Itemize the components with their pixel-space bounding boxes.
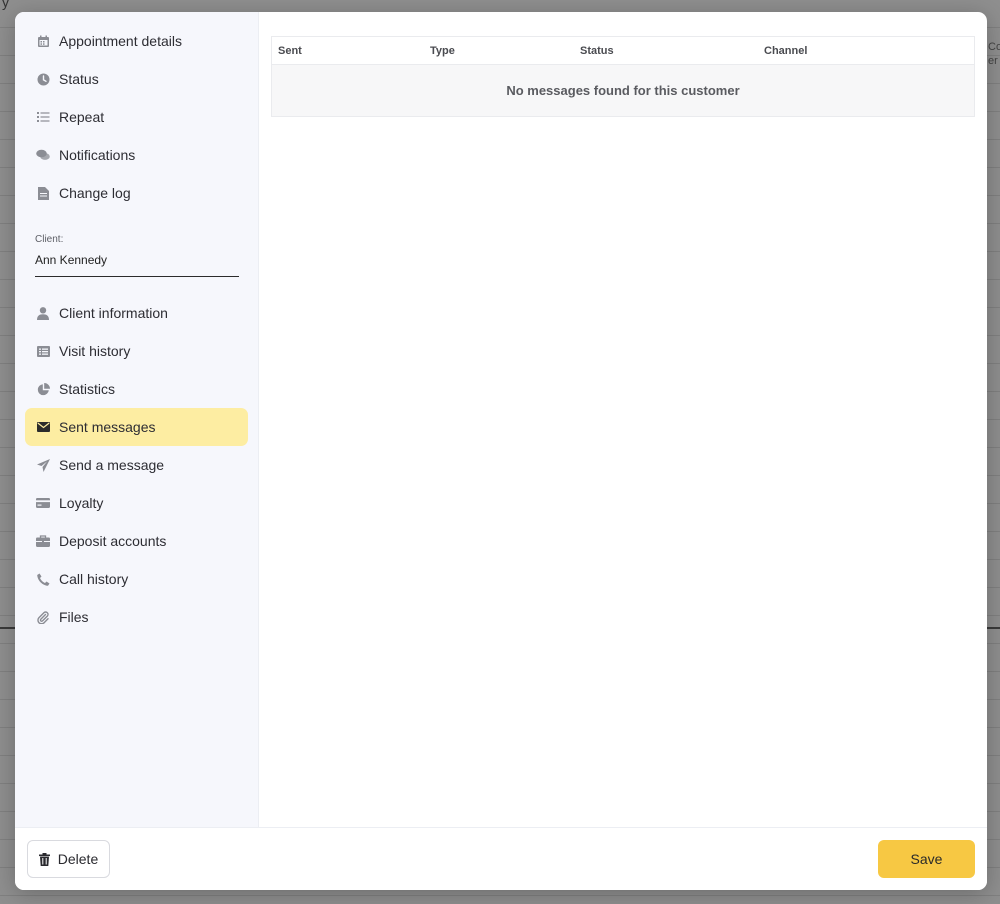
sidebar-item-label: Sent messages (59, 419, 156, 435)
sidebar-item-label: Files (59, 609, 89, 625)
clock-icon (36, 72, 50, 86)
background-text: y (2, 0, 9, 10)
calendar-icon (36, 34, 50, 48)
list-icon (36, 110, 50, 124)
client-name[interactable]: Ann Kennedy (35, 253, 239, 277)
chat-icon (36, 148, 50, 162)
paperclip-icon (36, 610, 50, 624)
delete-button-label: Delete (57, 851, 99, 867)
sidebar-item-label: Appointment details (59, 33, 182, 49)
sidebar-item-label: Call history (59, 571, 129, 587)
save-button[interactable]: Save (878, 840, 975, 878)
sidebar-item-statistics[interactable]: Statistics (25, 370, 248, 408)
sidebar-item-loyalty[interactable]: Loyalty (25, 484, 248, 522)
sent-messages-panel: Sent Type Status Channel No messages fou… (259, 12, 987, 827)
sidebar-item-label: Loyalty (59, 495, 104, 511)
table-header: Sent Type Status Channel (272, 37, 974, 65)
sidebar-item-label: Status (59, 71, 99, 87)
user-icon (36, 306, 50, 320)
table-list-icon (36, 344, 50, 358)
client-label: Client: (35, 234, 64, 245)
sidebar-item-change-log[interactable]: Change log (25, 174, 248, 212)
sidebar-item-client-information[interactable]: Client information (25, 294, 248, 332)
briefcase-icon (36, 534, 50, 548)
sidebar-item-visit-history[interactable]: Visit history (25, 332, 248, 370)
column-header-sent[interactable]: Sent (272, 45, 424, 57)
column-header-channel[interactable]: Channel (758, 45, 807, 57)
sidebar-item-label: Statistics (59, 381, 116, 397)
modal-body: Appointment details Status Repeat Notifi… (15, 12, 987, 827)
sidebar-item-repeat[interactable]: Repeat (25, 98, 248, 136)
sidebar-item-label: Visit history (59, 343, 131, 359)
credit-card-icon (36, 496, 50, 510)
delete-button[interactable]: Delete (27, 840, 110, 878)
sidebar-item-label: Notifications (59, 147, 136, 163)
column-header-type[interactable]: Type (424, 45, 574, 57)
sidebar-item-label: Client information (59, 305, 168, 321)
sidebar-item-label: Change log (59, 185, 131, 201)
column-header-status[interactable]: Status (574, 45, 758, 57)
sidebar-item-notifications[interactable]: Notifications (25, 136, 248, 174)
sidebar-item-label: Send a message (59, 457, 165, 473)
phone-icon (36, 572, 50, 586)
sidebar-item-appointment-details[interactable]: Appointment details (25, 22, 248, 60)
document-icon (36, 186, 50, 200)
sidebar-item-deposit-accounts[interactable]: Deposit accounts (25, 522, 248, 560)
sidebar-item-sent-messages[interactable]: Sent messages (25, 408, 248, 446)
modal-footer: Delete Save (15, 827, 987, 890)
messages-table: Sent Type Status Channel No messages fou… (271, 36, 975, 117)
paper-plane-icon (36, 458, 50, 472)
trash-icon (38, 852, 50, 866)
envelope-icon (36, 420, 50, 434)
sidebar-item-files[interactable]: Files (25, 598, 248, 636)
sidebar-item-label: Repeat (59, 109, 105, 125)
background-column-text: Co er (988, 41, 1000, 67)
sidebar: Appointment details Status Repeat Notifi… (15, 12, 259, 827)
client-nav: Client information Visit history Statist… (25, 294, 248, 636)
client-block: Client: Ann Kennedy (25, 212, 248, 277)
sidebar-item-send-a-message[interactable]: Send a message (25, 446, 248, 484)
sidebar-item-label: Deposit accounts (59, 533, 167, 549)
sidebar-item-status[interactable]: Status (25, 60, 248, 98)
appointment-modal: Appointment details Status Repeat Notifi… (15, 12, 987, 890)
pie-chart-icon (36, 382, 50, 396)
sidebar-item-call-history[interactable]: Call history (25, 560, 248, 598)
empty-state-message: No messages found for this customer (272, 65, 974, 116)
